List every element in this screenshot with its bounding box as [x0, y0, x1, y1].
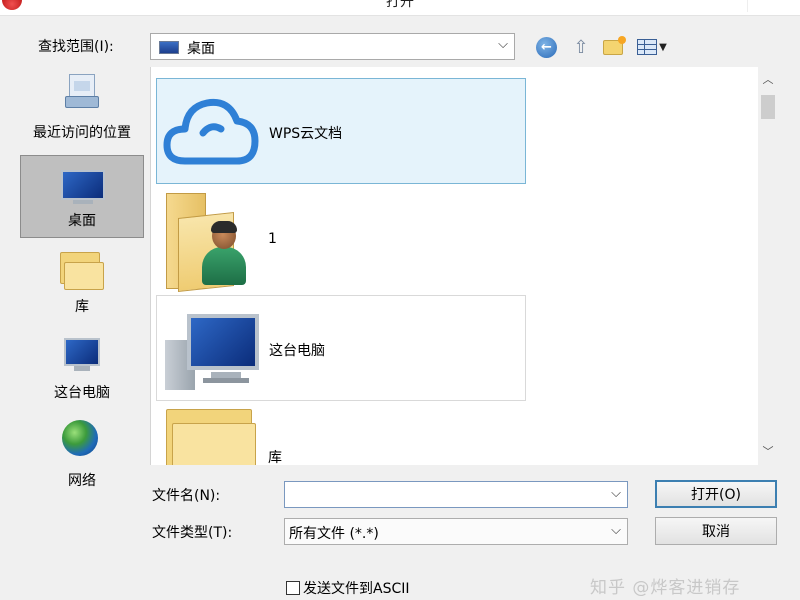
chevron-down-icon[interactable]: ⌵: [611, 486, 621, 501]
place-libraries[interactable]: 库: [20, 244, 144, 324]
scroll-up-icon[interactable]: ︿: [758, 71, 778, 89]
filename-label: 文件名(N):: [152, 488, 221, 504]
place-label: 这台电脑: [54, 385, 110, 401]
file-name: 这台电脑: [269, 343, 325, 359]
file-item-libraries[interactable]: 库: [156, 403, 526, 465]
send-ascii-option[interactable]: 发送文件到ASCII: [286, 578, 410, 598]
chevron-down-icon[interactable]: ⌵: [498, 37, 508, 52]
place-computer[interactable]: 这台电脑: [20, 328, 144, 410]
lookin-value: 桌面: [187, 41, 215, 57]
place-desktop[interactable]: 桌面: [20, 155, 144, 238]
file-list-scrollbar[interactable]: ︿ ﹀: [758, 67, 778, 465]
place-label: 最近访问的位置: [33, 125, 131, 141]
open-button[interactable]: 打开(O): [655, 480, 777, 508]
send-ascii-checkbox[interactable]: [286, 581, 300, 595]
title-bar: 打开: [0, 0, 800, 16]
file-name: WPS云文档: [269, 126, 343, 142]
file-item-user-folder[interactable]: 1: [156, 187, 526, 293]
file-name: 库: [268, 450, 282, 465]
place-label: 网络: [68, 473, 96, 489]
place-label: 库: [75, 299, 89, 315]
up-folder-icon[interactable]: ⇧: [568, 34, 594, 60]
filetype-label: 文件类型(T):: [152, 525, 233, 541]
cloud-icon: [163, 98, 259, 165]
view-menu-icon[interactable]: ▼: [632, 34, 672, 60]
place-network[interactable]: 网络: [20, 414, 144, 492]
place-recent[interactable]: 最近访问的位置: [20, 66, 144, 154]
lookin-label: 查找范围(I):: [38, 39, 114, 55]
filetype-value: 所有文件 (*.*): [289, 526, 379, 542]
send-ascii-label: 发送文件到ASCII: [303, 581, 410, 597]
watermark-text: 知乎 @烨客进销存: [590, 578, 741, 598]
filename-field[interactable]: ⌵: [284, 481, 628, 508]
computer-icon: [165, 314, 265, 394]
file-list[interactable]: WPS云文档 1 这台电脑 库: [150, 67, 758, 465]
chevron-down-icon[interactable]: ⌵: [611, 523, 621, 538]
user-folder-icon: [166, 193, 246, 293]
desktop-icon: [159, 41, 179, 54]
libraries-icon: [166, 409, 258, 465]
computer-icon: [64, 338, 100, 366]
filetype-select[interactable]: 所有文件 (*.*) ⌵: [284, 518, 628, 545]
file-item-wps-cloud[interactable]: WPS云文档: [156, 78, 526, 184]
places-bar: 最近访问的位置 桌面 库 这台电脑 网络: [20, 66, 144, 489]
new-folder-icon[interactable]: [600, 34, 626, 60]
back-arrow-icon[interactable]: ←: [536, 37, 557, 58]
network-icon: [62, 420, 98, 456]
recent-places-icon: [65, 74, 99, 110]
file-name: 1: [268, 231, 277, 247]
lookin-dropdown[interactable]: 桌面 ⌵: [150, 33, 515, 60]
close-button[interactable]: [747, 0, 800, 12]
place-label: 桌面: [68, 213, 96, 229]
file-item-this-pc[interactable]: 这台电脑: [156, 295, 526, 401]
libraries-icon: [60, 252, 106, 292]
cancel-button[interactable]: 取消: [655, 517, 777, 545]
window-title: 打开: [386, 0, 414, 10]
filename-input[interactable]: [285, 482, 595, 507]
scroll-down-icon[interactable]: ﹀: [758, 443, 778, 461]
desktop-icon: [61, 170, 105, 200]
scroll-thumb[interactable]: [761, 95, 775, 119]
